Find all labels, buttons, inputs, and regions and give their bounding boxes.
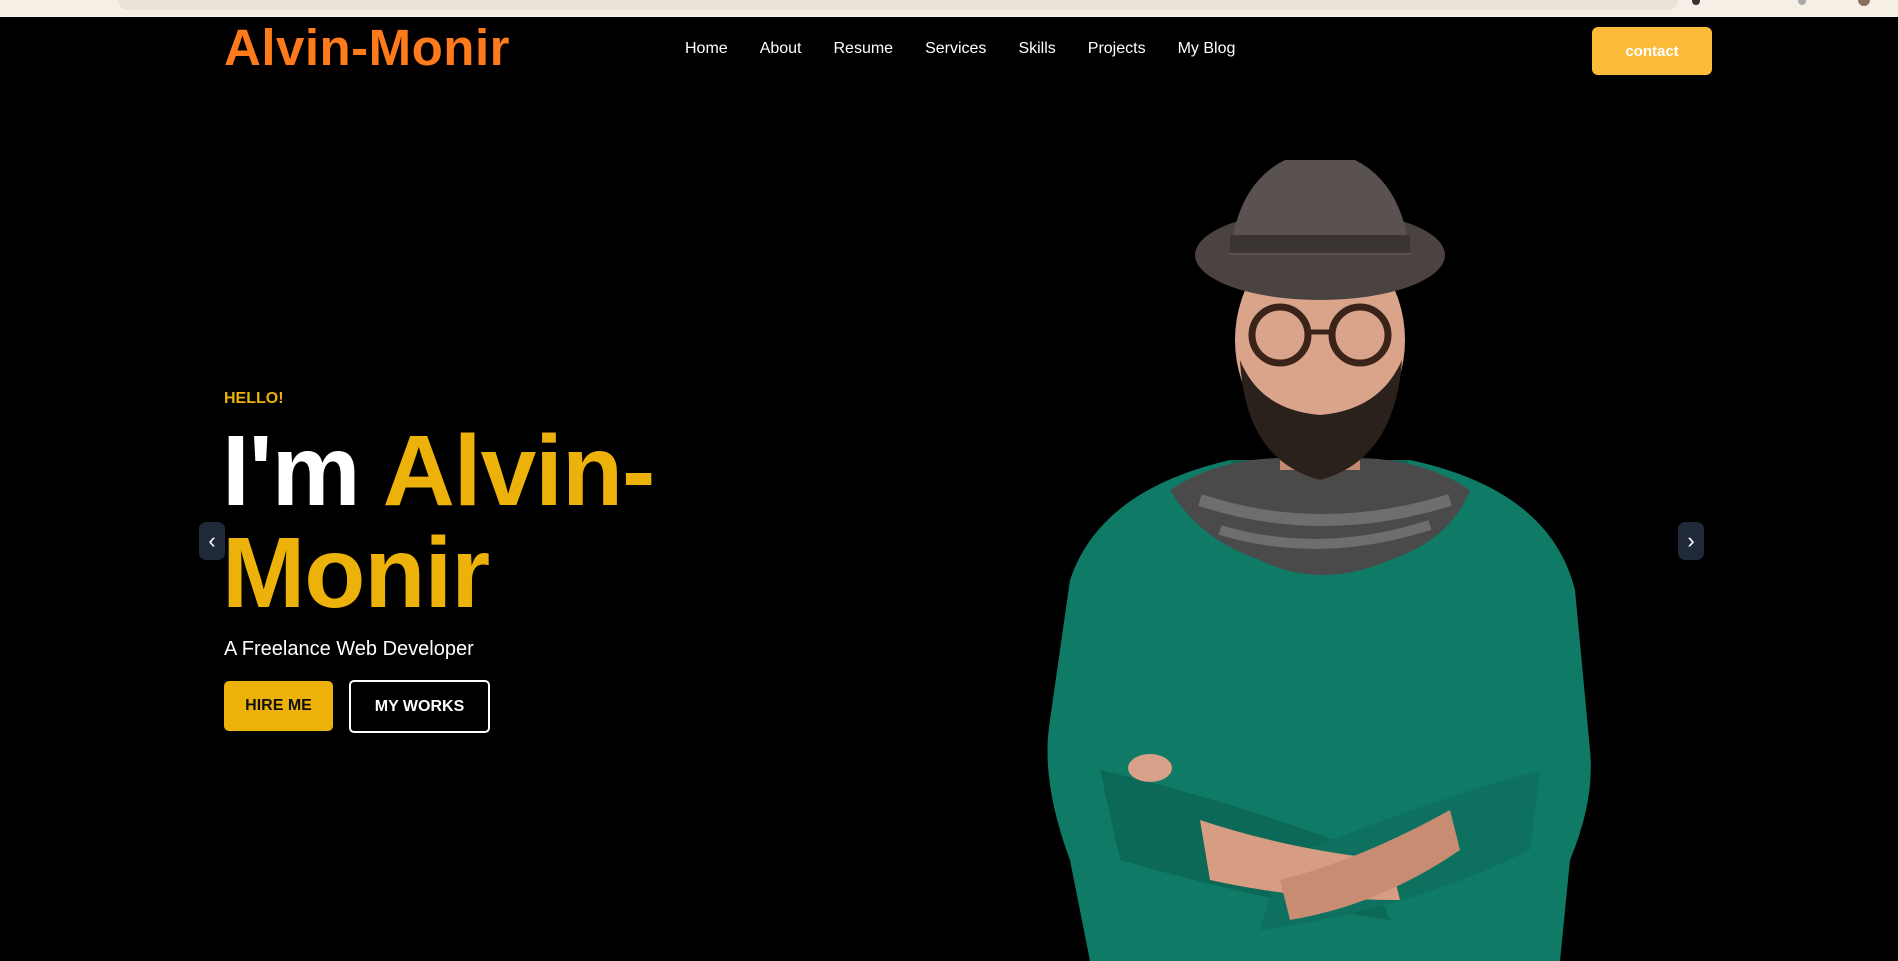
extension-icon[interactable] [1692,0,1700,5]
nav-projects[interactable]: Projects [1088,40,1146,58]
nav-skills[interactable]: Skills [1018,40,1055,58]
menu-icon[interactable] [1798,0,1806,5]
headline-prefix: I'm [222,415,383,527]
carousel-prev-icon[interactable]: ‹ [199,522,225,560]
nav-resume[interactable]: Resume [834,40,894,58]
hire-me-button[interactable]: HIRE ME [224,681,333,731]
hero-subtitle: A Freelance Web Developer [224,638,474,660]
site-logo[interactable]: Alvin-Monir [224,18,510,77]
nav-my-blog[interactable]: My Blog [1178,40,1236,58]
nav-home[interactable]: Home [685,40,728,58]
hero-greeting: HELLO! [224,390,284,407]
main-nav: Home About Resume Services Skills Projec… [685,40,1235,58]
contact-button[interactable]: contact [1592,27,1712,75]
address-bar[interactable] [118,0,1678,10]
my-works-button[interactable]: MY WORKS [349,680,490,733]
nav-services[interactable]: Services [925,40,986,58]
profile-avatar[interactable] [1858,0,1870,6]
hero-headline: I'm Alvin-Monir [222,420,782,624]
nav-about[interactable]: About [760,40,802,58]
browser-chrome [0,0,1898,17]
hero-portrait [1047,160,1591,961]
carousel-next-icon[interactable]: › [1678,522,1704,560]
